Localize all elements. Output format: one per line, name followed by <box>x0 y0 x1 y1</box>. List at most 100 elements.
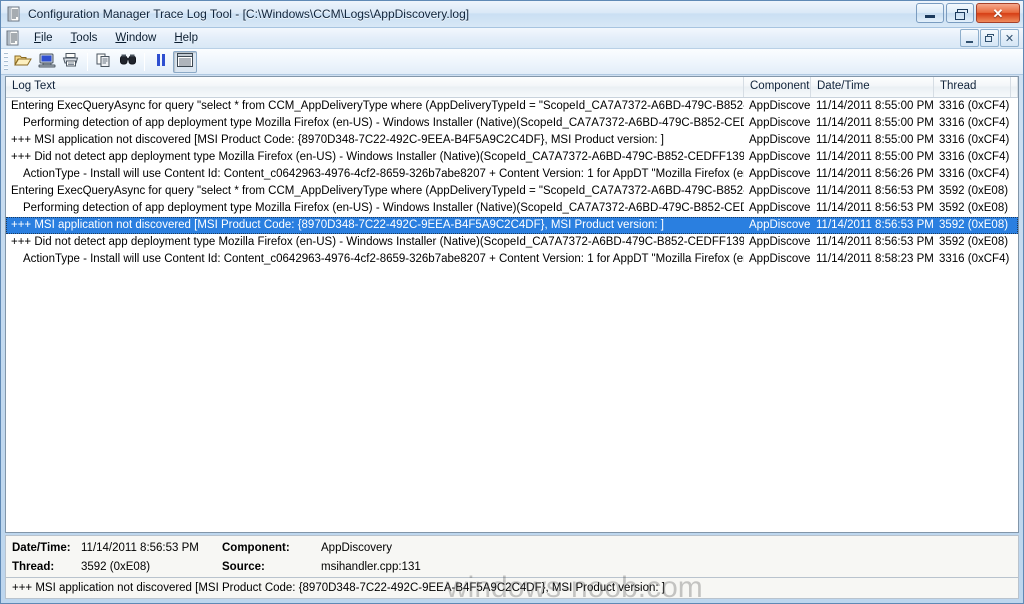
log-row[interactable]: ActionType - Install will use Content Id… <box>6 251 1018 268</box>
log-row-text: ActionType - Install will use Content Id… <box>23 168 744 180</box>
log-row-thread: 3592 (0xE08) <box>939 219 1009 231</box>
log-row-filler <box>1011 251 1018 268</box>
print-icon <box>62 52 80 71</box>
log-row[interactable]: +++ MSI application not discovered [MSI … <box>6 217 1018 234</box>
log-row-datetime: 11/14/2011 8:56:53 PM <box>816 236 934 248</box>
log-row[interactable]: Entering ExecQueryAsync for query "selec… <box>6 98 1018 115</box>
log-row[interactable]: Performing detection of app deployment t… <box>6 115 1018 132</box>
log-row-component: AppDiscover <box>749 202 811 214</box>
detail-row-2: Thread: 3592 (0xE08) Source: msihandler.… <box>6 558 1018 577</box>
log-row-filler <box>1011 166 1018 183</box>
detail-datetime-label: Date/Time: <box>12 542 71 554</box>
find-button[interactable] <box>116 51 140 73</box>
column-header-thread[interactable]: Thread <box>934 77 1011 97</box>
app-window: Configuration Manager Trace Log Tool - [… <box>0 0 1024 604</box>
print-button[interactable] <box>59 51 83 73</box>
detail-thread-value: 3592 (0xE08) <box>81 561 151 573</box>
mdi-restore-button[interactable] <box>980 29 999 47</box>
log-row-datetime: 11/14/2011 8:56:53 PM <box>816 202 934 214</box>
detail-datetime-value: 11/14/2011 8:56:53 PM <box>81 542 199 554</box>
status-bar-message: +++ MSI application not discovered [MSI … <box>12 582 665 594</box>
menu-item-window[interactable]: Window <box>106 30 165 46</box>
window-controls: ✕ <box>916 3 1020 23</box>
log-row-text: ActionType - Install will use Content Id… <box>23 253 744 265</box>
open-file-button[interactable] <box>11 51 35 73</box>
column-header-filler <box>1011 77 1018 97</box>
log-list-view: Log Text Component Date/Time Thread Ente… <box>5 76 1019 533</box>
restore-icon <box>954 8 968 20</box>
log-row-text: +++ MSI application not discovered [MSI … <box>11 219 664 231</box>
close-icon: ✕ <box>992 5 1004 21</box>
log-row[interactable]: +++ Did not detect app deployment type M… <box>6 234 1018 251</box>
log-row-component: AppDiscover <box>749 100 811 112</box>
log-row-text: Performing detection of app deployment t… <box>23 202 744 214</box>
log-row-datetime: 11/14/2011 8:56:26 PM <box>816 168 934 180</box>
log-row-thread: 3592 (0xE08) <box>939 236 1009 248</box>
detail-source-label: Source: <box>222 561 265 573</box>
log-row-datetime: 11/14/2011 8:55:00 PM <box>816 134 934 146</box>
copy-icon <box>95 52 113 71</box>
log-row[interactable]: ActionType - Install will use Content Id… <box>6 166 1018 183</box>
find-icon <box>119 52 137 71</box>
log-row[interactable]: +++ MSI application not discovered [MSI … <box>6 132 1018 149</box>
detail-source-value: msihandler.cpp:131 <box>321 561 421 573</box>
open-computer-log-button[interactable] <box>35 51 59 73</box>
log-row-text: Performing detection of app deployment t… <box>23 117 744 129</box>
log-row-thread: 3316 (0xCF4) <box>939 253 1010 265</box>
log-row-thread: 3316 (0xCF4) <box>939 151 1010 163</box>
detail-row-1: Date/Time: 11/14/2011 8:56:53 PM Compone… <box>6 539 1018 558</box>
log-row-filler <box>1011 183 1018 200</box>
menu-item-file[interactable]: File <box>25 30 62 46</box>
log-row-component: AppDiscover <box>749 236 811 248</box>
menu-bar: File Tools Window Help ✕ <box>1 28 1023 49</box>
mdi-close-icon: ✕ <box>1004 32 1015 45</box>
menu-item-help[interactable]: Help <box>165 30 207 46</box>
log-row-thread: 3316 (0xCF4) <box>939 168 1010 180</box>
restore-button[interactable] <box>946 3 974 23</box>
log-row-component: AppDiscover <box>749 117 811 129</box>
log-row[interactable]: +++ Did not detect app deployment type M… <box>6 149 1018 166</box>
log-row-component: AppDiscover <box>749 151 811 163</box>
log-row-text: +++ Did not detect app deployment type M… <box>11 236 744 248</box>
mdi-document-icon[interactable] <box>5 30 21 46</box>
detail-pane-toggle-button[interactable] <box>173 50 197 73</box>
log-row[interactable]: Entering ExecQueryAsync for query "selec… <box>6 183 1018 200</box>
copy-button[interactable] <box>92 51 116 73</box>
toolbar-separator-1 <box>87 52 88 71</box>
toolbar-grip[interactable] <box>4 51 8 72</box>
log-row-datetime: 11/14/2011 8:55:00 PM <box>816 100 934 112</box>
log-row-thread: 3592 (0xE08) <box>939 202 1009 214</box>
log-row-text: +++ MSI application not discovered [MSI … <box>11 134 664 146</box>
open-computer-icon <box>38 52 56 71</box>
column-header-component[interactable]: Component <box>744 77 811 97</box>
minimize-button[interactable] <box>916 3 944 23</box>
log-row-filler <box>1011 115 1018 132</box>
mdi-close-button[interactable]: ✕ <box>1000 29 1019 47</box>
close-button[interactable]: ✕ <box>976 3 1020 23</box>
detail-pane-toggle-icon <box>177 53 193 70</box>
menu-item-tools[interactable]: Tools <box>62 30 107 46</box>
log-row-text: Entering ExecQueryAsync for query "selec… <box>11 185 744 197</box>
log-row-component: AppDiscover <box>749 219 811 231</box>
pause-icon <box>152 52 170 71</box>
toolbar-separator-2 <box>144 52 145 71</box>
column-header-log-text[interactable]: Log Text <box>6 77 744 97</box>
pause-button[interactable] <box>149 51 173 73</box>
log-row-component: AppDiscover <box>749 253 811 265</box>
log-row-datetime: 11/14/2011 8:55:00 PM <box>816 117 934 129</box>
log-row-component: AppDiscover <box>749 185 811 197</box>
mdi-restore-icon <box>985 34 994 42</box>
log-row-thread: 3592 (0xE08) <box>939 185 1009 197</box>
log-list-header: Log Text Component Date/Time Thread <box>6 77 1018 98</box>
log-row[interactable]: Performing detection of app deployment t… <box>6 200 1018 217</box>
column-header-datetime[interactable]: Date/Time <box>811 77 934 97</box>
log-list-body[interactable]: Entering ExecQueryAsync for query "selec… <box>6 98 1018 532</box>
log-row-filler <box>1011 234 1018 251</box>
log-row-text: Entering ExecQueryAsync for query "selec… <box>11 100 744 112</box>
log-row-datetime: 11/14/2011 8:56:53 PM <box>816 219 934 231</box>
log-row-thread: 3316 (0xCF4) <box>939 134 1010 146</box>
mdi-minimize-button[interactable] <box>960 29 979 47</box>
mdi-minimize-icon <box>966 40 973 43</box>
detail-component-label: Component: <box>222 542 290 554</box>
log-row-filler <box>1011 217 1018 234</box>
